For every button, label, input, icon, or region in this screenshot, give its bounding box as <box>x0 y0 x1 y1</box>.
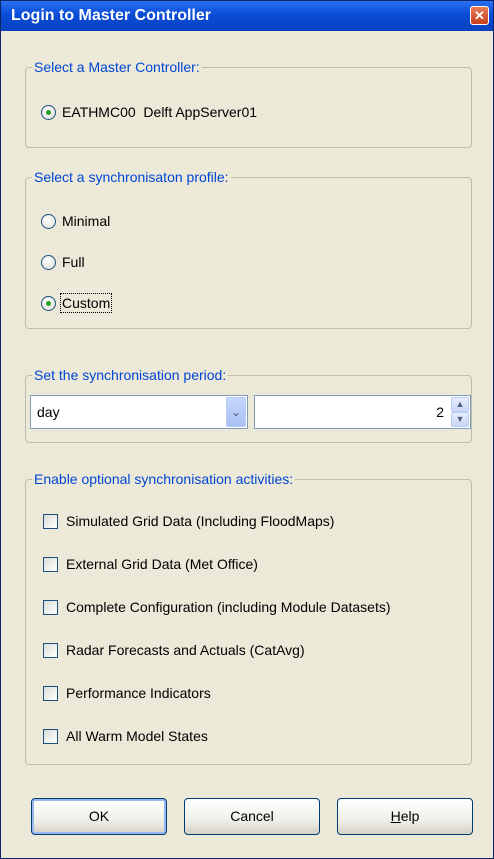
login-dialog: Login to Master Controller ✕ Select a Ma… <box>0 0 494 859</box>
activity-radar-forecasts-checkbox[interactable] <box>43 642 58 658</box>
period-unit-select[interactable]: day ⌄ <box>30 395 248 429</box>
activity-performance-indicators-checkbox[interactable] <box>43 685 58 701</box>
activity-warm-model-states-checkbox[interactable] <box>43 728 58 744</box>
chevron-down-icon[interactable]: ⌄ <box>226 397 246 427</box>
help-mnemonic: H <box>390 808 401 824</box>
spin-down-icon[interactable]: ▼ <box>451 412 469 427</box>
profile-minimal-label: Minimal <box>62 213 111 229</box>
activity-radar-forecasts-label: Radar Forecasts and Actuals (CatAvg) <box>66 642 305 658</box>
close-icon[interactable]: ✕ <box>470 6 489 25</box>
profile-option-custom[interactable]: Custom <box>41 293 113 313</box>
master-controller-radio[interactable] <box>41 104 56 120</box>
period-amount-spinner[interactable]: 2 ▲ ▼ <box>254 395 471 429</box>
activity-performance-indicators-label: Performance Indicators <box>66 685 211 701</box>
activity-complete-config[interactable]: Complete Configuration (including Module… <box>43 599 391 615</box>
activity-warm-model-states-label: All Warm Model States <box>66 728 208 744</box>
profile-full-label: Full <box>62 254 85 270</box>
period-unit-value: day <box>37 404 60 420</box>
activity-external-grid[interactable]: External Grid Data (Met Office) <box>43 556 258 572</box>
profile-option-full[interactable]: Full <box>41 254 85 270</box>
master-controller-legend: Select a Master Controller: <box>34 59 200 75</box>
period-amount-value: 2 <box>436 404 444 420</box>
sync-period-legend: Set the synchronisation period: <box>34 367 227 383</box>
activity-external-grid-checkbox[interactable] <box>43 556 58 572</box>
sync-profile-legend: Select a synchronisaton profile: <box>34 169 229 185</box>
help-button[interactable]: Help <box>337 798 473 835</box>
profile-minimal-radio[interactable] <box>41 213 56 229</box>
master-controller-option[interactable]: EATHMC00 Delft AppServer01 <box>41 104 257 120</box>
activity-simulated-grid-label: Simulated Grid Data (Including FloodMaps… <box>66 513 335 529</box>
title-bar[interactable]: Login to Master Controller ✕ <box>1 1 493 31</box>
dialog-title: Login to Master Controller <box>11 7 211 24</box>
activity-performance-indicators[interactable]: Performance Indicators <box>43 685 211 701</box>
spin-up-icon[interactable]: ▲ <box>451 397 469 412</box>
activity-radar-forecasts[interactable]: Radar Forecasts and Actuals (CatAvg) <box>43 642 305 658</box>
sync-activities-legend: Enable optional synchronisation activiti… <box>34 471 294 487</box>
cancel-button[interactable]: Cancel <box>184 798 320 835</box>
profile-custom-label: Custom <box>59 293 113 313</box>
activity-complete-config-label: Complete Configuration (including Module… <box>66 599 391 615</box>
master-controller-label: EATHMC00 Delft AppServer01 <box>62 104 258 120</box>
profile-full-radio[interactable] <box>41 254 56 270</box>
activity-simulated-grid-checkbox[interactable] <box>43 513 58 529</box>
help-label-rest: elp <box>400 808 420 824</box>
activity-complete-config-checkbox[interactable] <box>43 599 58 615</box>
activity-warm-model-states[interactable]: All Warm Model States <box>43 728 208 744</box>
activity-external-grid-label: External Grid Data (Met Office) <box>66 556 258 572</box>
profile-option-minimal[interactable]: Minimal <box>41 213 110 229</box>
profile-custom-radio[interactable] <box>41 295 56 311</box>
ok-button[interactable]: OK <box>31 798 167 835</box>
activity-simulated-grid[interactable]: Simulated Grid Data (Including FloodMaps… <box>43 513 334 529</box>
